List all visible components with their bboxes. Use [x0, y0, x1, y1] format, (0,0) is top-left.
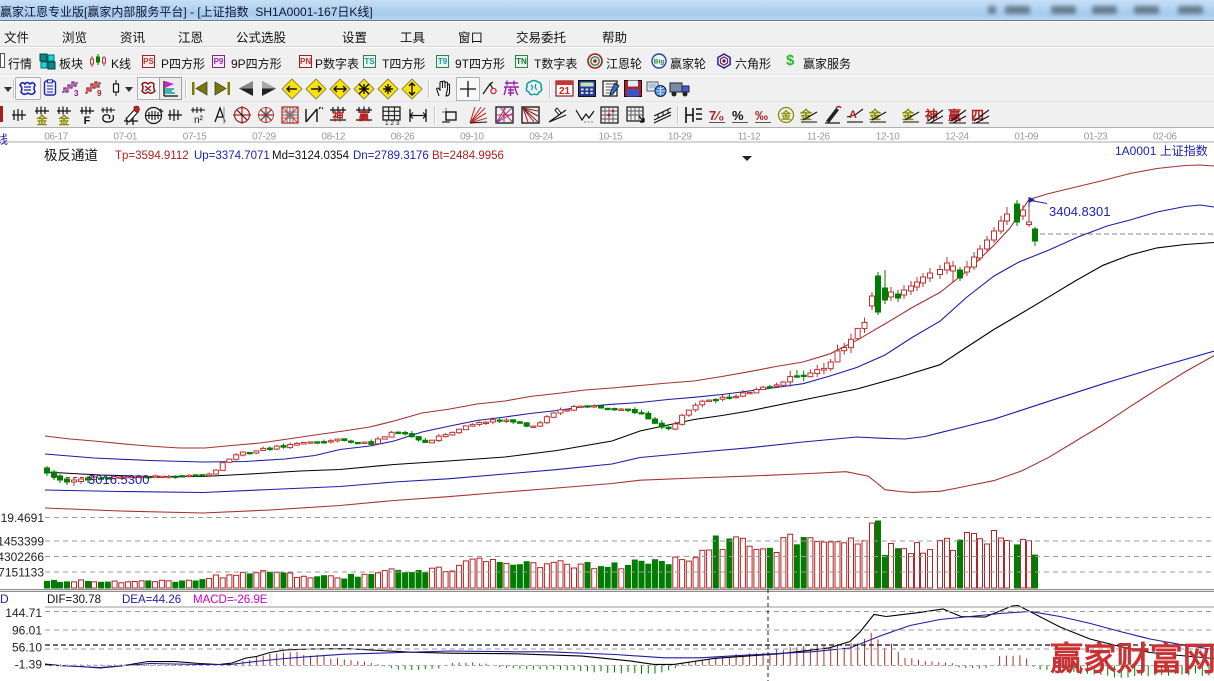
svg-text:07-01: 07-01: [114, 132, 138, 143]
svg-text:MACD=-26.9E: MACD=-26.9E: [193, 594, 268, 606]
svg-text:08-12: 08-12: [321, 132, 345, 143]
svg-text:11-26: 11-26: [807, 132, 831, 143]
svg-text:3: 3: [74, 89, 79, 97]
svg-text:12-24: 12-24: [945, 132, 969, 143]
svg-text:02-06: 02-06: [1153, 132, 1177, 143]
svg-text:06-17: 06-17: [44, 132, 68, 143]
svg-text:金: 金: [868, 107, 882, 122]
svg-text:08-26: 08-26: [391, 132, 415, 143]
svg-text:%: %: [732, 108, 744, 123]
svg-text:‰: ‰: [755, 108, 768, 123]
svg-text:11-12: 11-12: [738, 132, 762, 143]
svg-text:金: 金: [901, 107, 915, 122]
svg-text:1A0001 上证指数: 1A0001 上证指数: [1115, 143, 1208, 158]
svg-text:56.10: 56.10: [12, 641, 42, 655]
svg-text:19.4691: 19.4691: [1, 511, 45, 525]
svg-text:Dn=2789.3176: Dn=2789.3176: [353, 150, 429, 162]
svg-text:01-23: 01-23: [1084, 132, 1108, 143]
svg-text:D: D: [0, 592, 9, 606]
svg-text:赢家财富网: 赢家财富网: [1050, 640, 1214, 678]
svg-text:金: 金: [780, 109, 792, 122]
svg-text:10-29: 10-29: [668, 132, 692, 143]
svg-text:07-15: 07-15: [183, 132, 207, 143]
svg-text:3016.5300: 3016.5300: [88, 472, 149, 487]
svg-text:极反通道: 极反通道: [44, 148, 98, 163]
svg-text:A: A: [849, 109, 857, 121]
svg-text:神: 神: [333, 109, 344, 123]
svg-text:Up=3374.7071: Up=3374.7071: [194, 150, 270, 162]
svg-text:09-24: 09-24: [529, 132, 553, 143]
svg-text:10-15: 10-15: [599, 132, 623, 143]
svg-text:3404.8301: 3404.8301: [1049, 204, 1110, 219]
svg-text:DEA=44.26: DEA=44.26: [122, 594, 181, 606]
svg-text:线: 线: [0, 133, 8, 147]
svg-text:金: 金: [36, 113, 49, 126]
svg-text:7⁄₀: 7⁄₀: [709, 108, 724, 123]
svg-text:金: 金: [799, 107, 813, 122]
svg-text:Tp=3594.9112: Tp=3594.9112: [115, 150, 189, 162]
svg-text:n²: n²: [194, 115, 204, 125]
svg-text:赢: 赢: [359, 109, 370, 123]
svg-text:金: 金: [58, 113, 71, 126]
svg-text:Big: Big: [654, 59, 665, 66]
svg-text:12-10: 12-10: [876, 132, 900, 143]
svg-text:21: 21: [559, 86, 571, 97]
svg-text:01-09: 01-09: [1014, 132, 1038, 143]
svg-text:144.71: 144.71: [5, 606, 42, 620]
svg-text:09-10: 09-10: [460, 132, 484, 143]
svg-text:1453399: 1453399: [0, 535, 44, 549]
svg-text:7151133: 7151133: [0, 566, 44, 580]
svg-text:-1.39: -1.39: [15, 658, 43, 672]
svg-text:07-29: 07-29: [252, 132, 276, 143]
svg-text:9: 9: [97, 89, 102, 97]
svg-text:Bt=2484.9956: Bt=2484.9956: [432, 150, 504, 162]
svg-text:DIF=30.78: DIF=30.78: [47, 594, 101, 606]
svg-text:96.01: 96.01: [12, 624, 42, 638]
svg-text:1 2 3: 1 2 3: [385, 120, 400, 125]
svg-text:Md=3124.0354: Md=3124.0354: [272, 150, 350, 162]
svg-text:4302266: 4302266: [0, 550, 44, 564]
svg-text:F: F: [84, 115, 91, 126]
